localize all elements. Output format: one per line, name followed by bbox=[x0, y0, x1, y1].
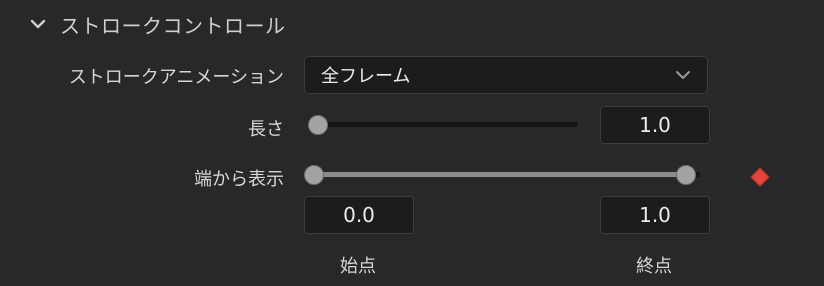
edges-end-thumb[interactable] bbox=[676, 165, 696, 185]
length-slider-track[interactable] bbox=[314, 122, 578, 127]
chevron-down-icon[interactable] bbox=[26, 12, 50, 36]
chevron-down-icon bbox=[673, 65, 693, 85]
stroke-animation-value: 全フレーム bbox=[321, 66, 411, 87]
edges-range-fill bbox=[314, 172, 686, 177]
edges-start-thumb[interactable] bbox=[304, 165, 324, 185]
start-caption: 始点 bbox=[340, 256, 376, 277]
show-from-edges-label: 端から表示 bbox=[194, 169, 284, 190]
stroke-animation-dropdown[interactable]: 全フレーム bbox=[304, 56, 708, 94]
length-slider-thumb[interactable] bbox=[308, 115, 328, 135]
start-value-field[interactable]: 0.0 bbox=[304, 196, 414, 234]
end-caption: 終点 bbox=[636, 256, 672, 277]
section-header-stroke-control[interactable]: ストロークコントロール bbox=[26, 6, 286, 42]
end-value-field[interactable]: 1.0 bbox=[600, 196, 710, 234]
keyframe-diamond-icon[interactable] bbox=[750, 167, 770, 187]
length-label: 長さ bbox=[248, 119, 284, 140]
stroke-control-panel: ストロークコントロール ストロークアニメーション 全フレーム 長さ 1.0 端か… bbox=[0, 0, 824, 286]
section-title: ストロークコントロール bbox=[60, 13, 286, 38]
length-value-field[interactable]: 1.0 bbox=[600, 106, 710, 144]
stroke-animation-label: ストロークアニメーション bbox=[68, 67, 284, 88]
